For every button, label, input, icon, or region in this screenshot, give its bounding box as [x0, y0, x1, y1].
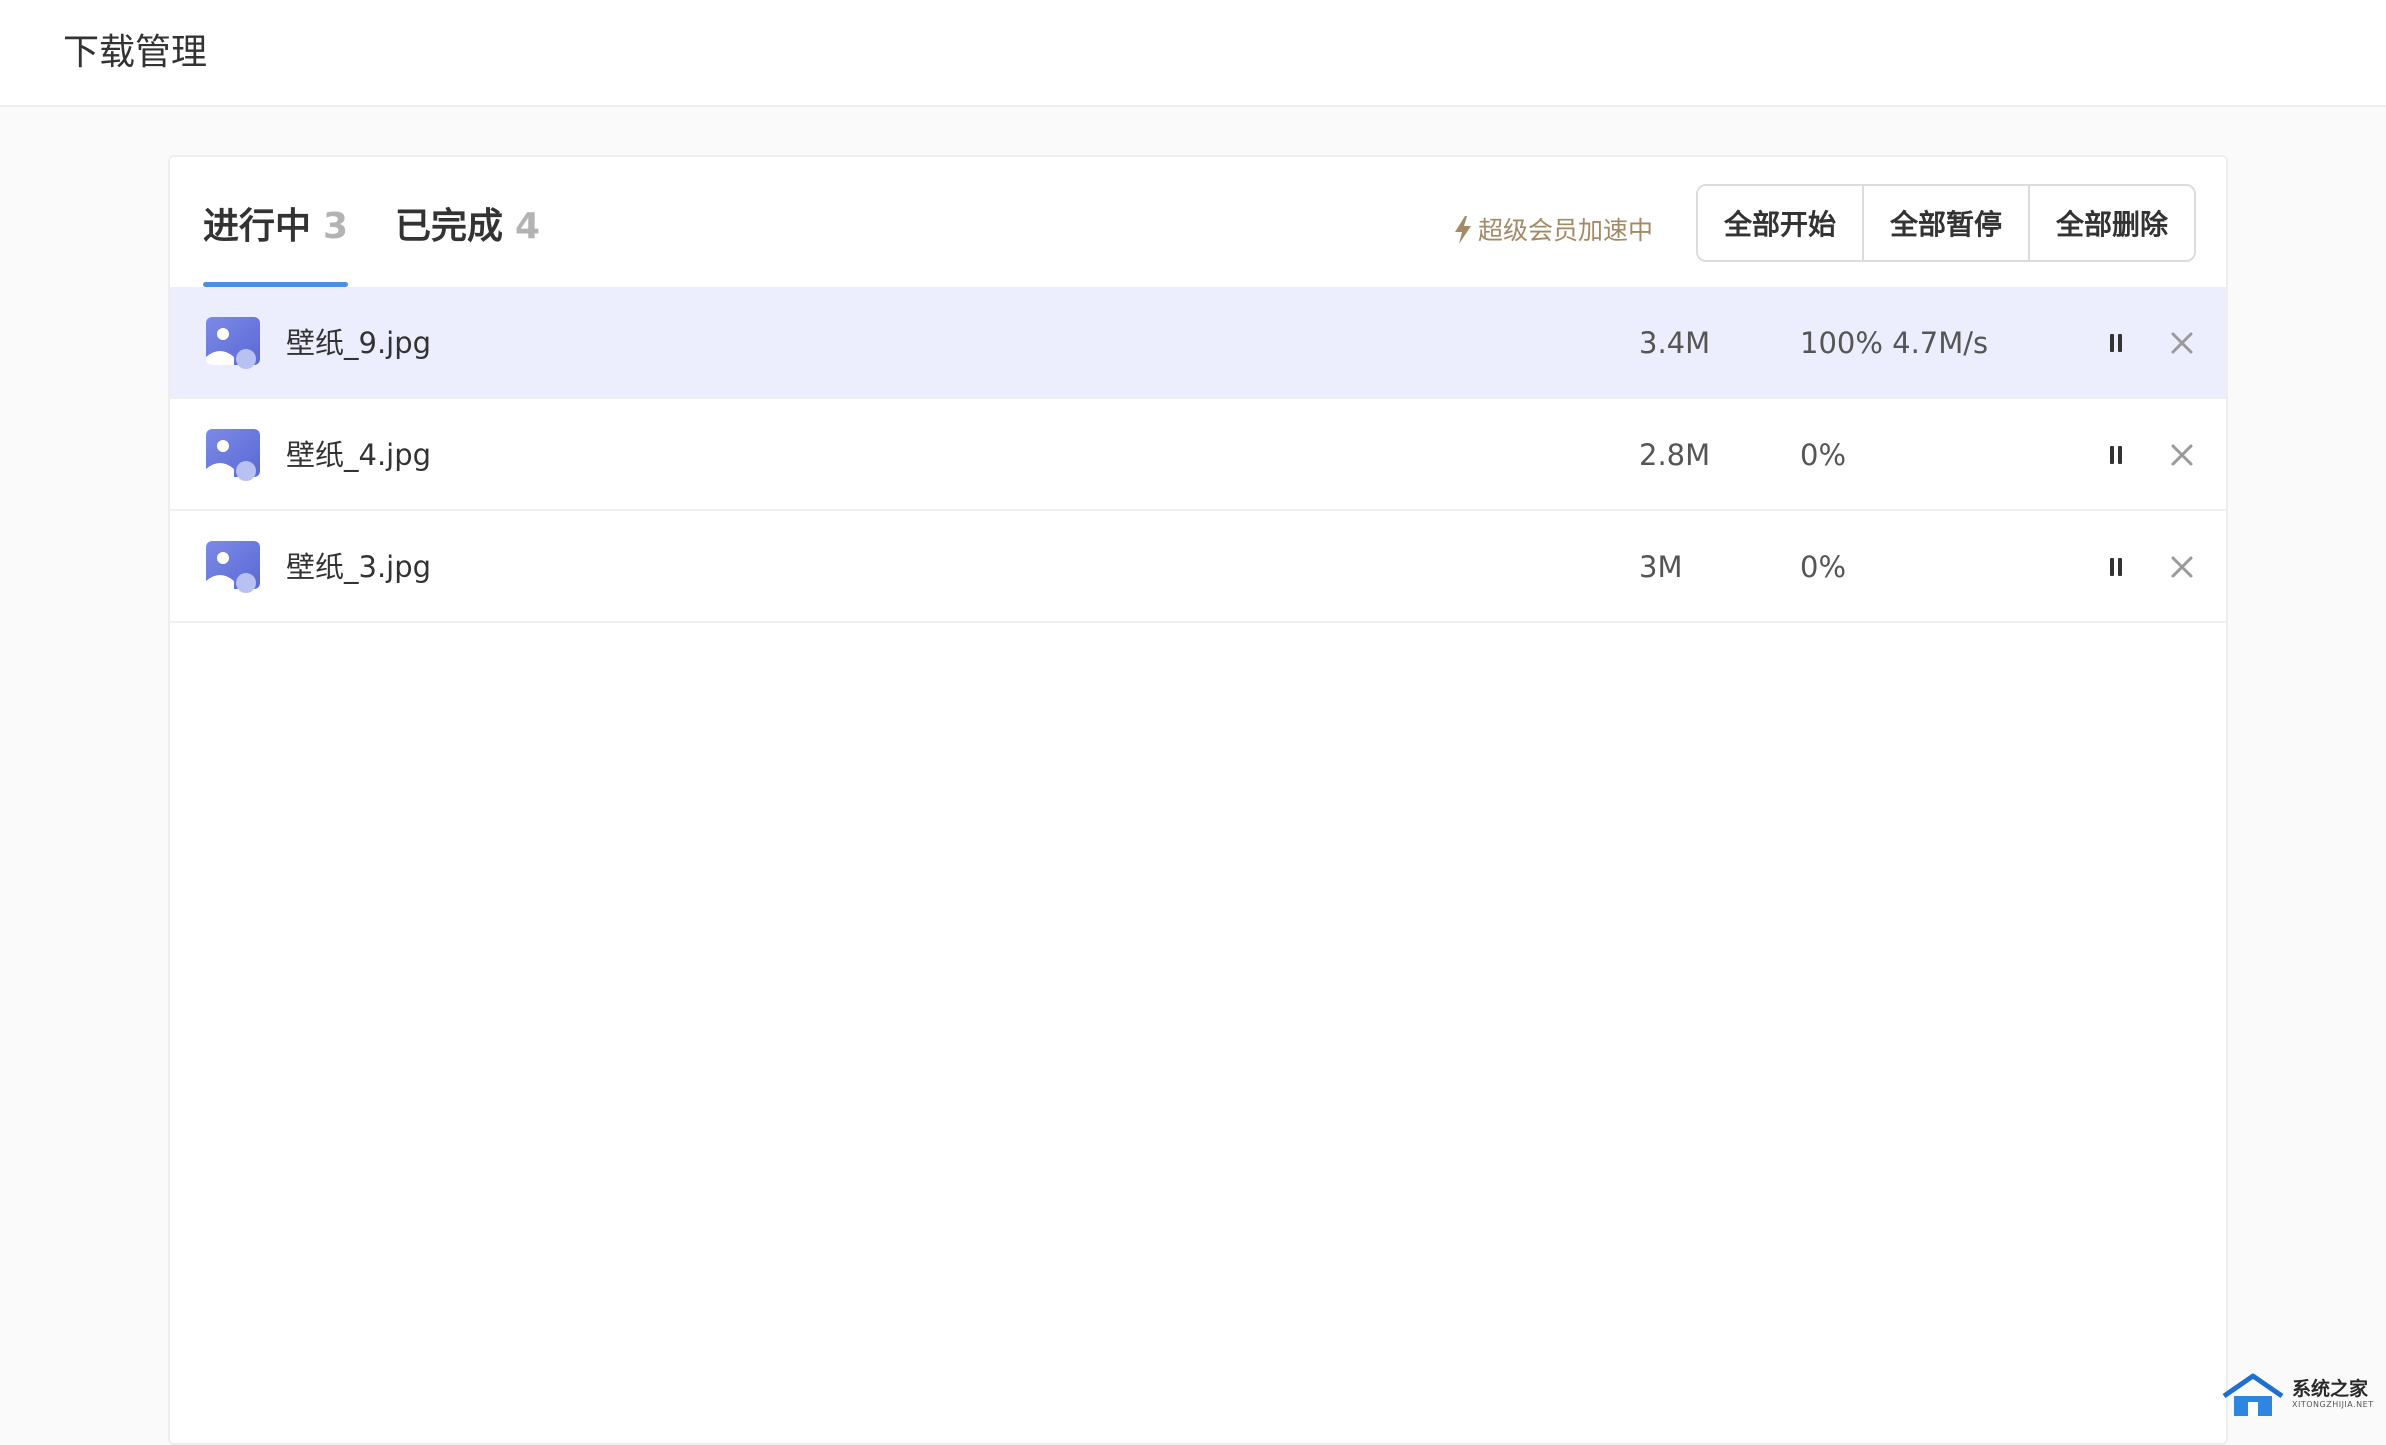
- house-logo-icon: [2222, 1373, 2284, 1416]
- top-bar: 下载管理: [0, 0, 2386, 107]
- file-size: 2.8M: [1639, 438, 1711, 472]
- tab-in-progress[interactable]: 进行中 3: [203, 197, 348, 287]
- start-all-button[interactable]: 全部开始: [1698, 186, 1864, 260]
- download-progress: 0%: [1800, 550, 1847, 584]
- pause-button[interactable]: [2098, 325, 2134, 361]
- file-size: 3M: [1639, 550, 1683, 584]
- download-row[interactable]: 壁纸_4.jpg 2.8M 0%: [170, 399, 2226, 511]
- tab-completed-label: 已完成: [395, 206, 504, 247]
- watermark-logo: 系统之家 XITONGZHIJIA.NET: [2220, 1370, 2380, 1420]
- pause-icon: [2118, 558, 2122, 576]
- pause-button[interactable]: [2098, 549, 2134, 585]
- image-file-icon: [206, 541, 260, 593]
- watermark-subtext: XITONGZHIJIA.NET: [2292, 1400, 2374, 1409]
- image-file-icon: [206, 429, 260, 481]
- page-title: 下载管理: [63, 32, 208, 73]
- download-panel: 进行中 3 已完成 4 超级会员加速中 全部开始 全部暂停 全部删除 壁纸_9.…: [168, 155, 2228, 1445]
- file-name: 壁纸_3.jpg: [286, 550, 432, 584]
- pause-button[interactable]: [2098, 437, 2134, 473]
- vip-accelerating-badge: 超级会员加速中: [1452, 211, 1653, 251]
- tab-in-progress-count: 3: [323, 206, 349, 247]
- lightning-icon: [1455, 216, 1471, 244]
- watermark-text: 系统之家: [2292, 1378, 2369, 1400]
- tab-completed-count: 4: [515, 206, 541, 247]
- file-name: 壁纸_9.jpg: [286, 326, 432, 360]
- bulk-action-group: 全部开始 全部暂停 全部删除: [1696, 184, 2196, 262]
- pause-all-button[interactable]: 全部暂停: [1864, 186, 2030, 260]
- pause-icon: [2110, 334, 2114, 352]
- file-size: 3.4M: [1639, 326, 1711, 360]
- vip-label: 超级会员加速中: [1478, 216, 1654, 245]
- pause-icon: [2110, 558, 2114, 576]
- download-list: 壁纸_9.jpg 3.4M 100% 4.7M/s 壁纸_4.jpg 2.8M …: [170, 287, 2226, 623]
- tab-completed[interactable]: 已完成 4: [395, 197, 545, 287]
- delete-all-button[interactable]: 全部删除: [2030, 186, 2194, 260]
- pause-icon: [2118, 334, 2122, 352]
- download-progress: 100% 4.7M/s: [1800, 326, 1989, 360]
- pause-icon: [2118, 446, 2122, 464]
- download-row[interactable]: 壁纸_9.jpg 3.4M 100% 4.7M/s: [170, 287, 2226, 399]
- tab-in-progress-label: 进行中: [203, 206, 312, 247]
- download-progress: 0%: [1800, 438, 1847, 472]
- pause-icon: [2110, 446, 2114, 464]
- close-icon[interactable]: [2162, 435, 2202, 475]
- image-file-icon: [206, 317, 260, 369]
- close-icon[interactable]: [2162, 547, 2202, 587]
- close-icon[interactable]: [2162, 323, 2202, 363]
- download-row[interactable]: 壁纸_3.jpg 3M 0%: [170, 511, 2226, 623]
- file-name: 壁纸_4.jpg: [286, 438, 432, 472]
